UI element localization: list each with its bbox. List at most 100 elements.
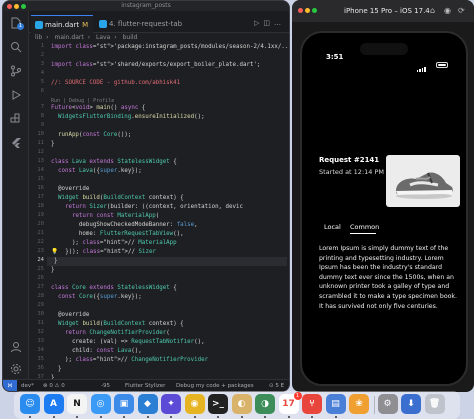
line-number[interactable]: 12 [37, 149, 44, 155]
line-number[interactable]: 22 [37, 239, 44, 245]
run-debug-icon[interactable] [10, 89, 22, 101]
code-line[interactable]: } [47, 257, 287, 266]
line-number[interactable]: 36 [37, 365, 44, 371]
code-line[interactable]: } [51, 266, 55, 275]
dock-git-client-icon[interactable]: ⑂ [302, 394, 322, 414]
more-actions-icon[interactable]: … [274, 19, 285, 27]
code-line[interactable]: const Lava({super.key}); [51, 167, 142, 176]
code-line[interactable]: ); class="hint">// ChangeNotifierProvide… [51, 356, 208, 365]
line-number[interactable]: 15 [37, 176, 44, 182]
breadcrumb-item[interactable]: build [123, 34, 138, 41]
code-line[interactable]: return Sizer(builder: ((context, orienta… [51, 203, 243, 212]
code-line[interactable]: import class="st">'shared/exports/export… [51, 61, 260, 70]
zoom-window-button[interactable] [312, 8, 317, 13]
screenshot-icon[interactable]: ◉ [444, 0, 451, 22]
breadcrumb-item[interactable]: main.dart [54, 34, 83, 41]
home-icon[interactable]: ⌂ [430, 0, 435, 22]
code-line[interactable]: import class="st">'package:instagram_pos… [51, 43, 289, 52]
dock-app-store-icon[interactable]: A [43, 394, 64, 414]
line-number[interactable]: 5 [41, 79, 44, 85]
zoom-window-button[interactable] [21, 4, 26, 9]
line-number[interactable]: 14 [37, 167, 44, 173]
dock-settings-icon[interactable]: ⚙ [377, 394, 398, 414]
minimize-window-button[interactable] [305, 8, 310, 13]
line-number[interactable]: 20 [37, 221, 44, 227]
account-icon[interactable] [10, 341, 22, 353]
line-number[interactable]: 24 [37, 257, 44, 263]
line-number[interactable]: 27 [37, 284, 44, 290]
code-line[interactable]: return ChangeNotifierProvider( [51, 329, 170, 338]
extensions-icon[interactable] [10, 113, 22, 125]
dock-notion-icon[interactable]: N [67, 394, 87, 414]
line-number[interactable]: 9 [41, 122, 44, 128]
split-editor-icon[interactable]: ◫ [263, 19, 274, 27]
run-icon[interactable]: ▷ [254, 19, 263, 27]
line-number[interactable]: 35 [37, 356, 44, 362]
breadcrumb-item[interactable]: lib [35, 34, 42, 41]
code-line[interactable]: WidgetsFlutterBinding.ensureInitialized(… [51, 113, 205, 122]
code-line[interactable]: Widget build(BuildContext context) { [51, 194, 184, 203]
dock-preview-icon[interactable]: ▤ [325, 394, 346, 414]
dock-xcode-simulator-icon[interactable]: ▣ [114, 394, 134, 414]
code-line[interactable]: } [51, 365, 62, 374]
line-number[interactable]: 25 [37, 266, 44, 272]
line-number[interactable]: 34 [37, 347, 44, 353]
dock-safari-icon[interactable]: ◎ [90, 394, 111, 414]
line-number[interactable]: 6 [41, 88, 44, 94]
line-number[interactable]: 2 [41, 52, 44, 58]
flutter-icon[interactable] [10, 137, 22, 149]
tab-flutter-request[interactable]: 4. flutter-request-tab.dart [95, 15, 183, 33]
code-line[interactable]: @override [51, 311, 89, 320]
minimize-window-button[interactable] [14, 4, 19, 9]
dock-chrome-icon[interactable]: ◉ [184, 394, 205, 414]
tab-main-dart[interactable]: main.dart M [31, 15, 93, 33]
tab-common[interactable]: Common [350, 223, 379, 231]
line-number[interactable]: 19 [37, 212, 44, 218]
dock-figma-like-icon[interactable]: ✦ [161, 394, 181, 414]
code-line[interactable]: 💡 })); class="hint">// Sizer [51, 248, 156, 257]
dock-trash-icon[interactable]: 🗑 [424, 394, 445, 414]
code-line[interactable]: return const MaterialApp( [51, 212, 159, 221]
remote-indicator[interactable]: ⨝ [3, 380, 17, 391]
line-number[interactable]: 7 [41, 104, 44, 110]
breadcrumb-item[interactable]: Lava [96, 34, 110, 41]
line-number[interactable]: 30 [37, 311, 44, 317]
lightbulb-icon[interactable]: 💡 [51, 249, 58, 255]
code-area[interactable]: import class="st">'package:instagram_pos… [47, 43, 289, 381]
code-line[interactable]: runApp(const Core()); [51, 131, 131, 140]
code-line[interactable]: class Lava extends StatelessWidget { [51, 158, 177, 167]
dock-finder-icon[interactable]: ☺ [20, 394, 40, 414]
close-window-button[interactable] [7, 4, 12, 9]
code-line[interactable]: @override [51, 185, 89, 194]
line-number[interactable]: 26 [37, 275, 44, 281]
rotate-icon[interactable]: ⟳ [458, 0, 465, 22]
code-line[interactable]: class Core extends StatelessWidget { [51, 284, 177, 293]
phone-screen[interactable]: 3:51 Request #2141 Started at 12:14 PM L… [300, 31, 468, 386]
code-line[interactable]: Widget build(BuildContext context) { [51, 320, 184, 329]
dock-downloads-icon[interactable]: ⬇ [401, 394, 421, 414]
code-line[interactable]: const Core({super.key}); [51, 293, 142, 302]
code-line[interactable]: debugShowCheckedModeBanner: false, [51, 221, 198, 230]
code-line[interactable]: create: (val) => RequestTabNotifier(), [51, 338, 205, 347]
line-number[interactable]: 31 [37, 320, 44, 326]
dock-vscode-icon[interactable]: ◆ [137, 394, 158, 414]
line-number[interactable]: 11 [37, 140, 44, 146]
line-number[interactable]: 1 [41, 43, 44, 49]
code-line[interactable]: } [51, 140, 55, 149]
line-number[interactable]: 29 [37, 302, 44, 308]
dock-calendar-icon[interactable]: 17 1 [278, 392, 302, 414]
editor-scrollbar[interactable] [281, 43, 287, 365]
line-number[interactable]: 23 [37, 248, 44, 254]
source-control-icon[interactable] [10, 65, 22, 77]
line-number[interactable]: 8 [41, 113, 44, 119]
dock-terminal-icon[interactable]: >_ [208, 394, 228, 414]
dock-sequel-icon[interactable]: ◐ [231, 394, 252, 414]
dock-photos-icon[interactable]: ❀ [349, 394, 369, 414]
line-number[interactable]: 21 [37, 230, 44, 236]
line-number[interactable]: 10 [37, 131, 44, 137]
line-number[interactable]: 17 [37, 194, 44, 200]
line-number[interactable]: 28 [37, 293, 44, 299]
line-number[interactable]: 16 [37, 185, 44, 191]
code-line[interactable]: Future<void> main() async { [51, 104, 145, 113]
search-icon[interactable] [10, 41, 22, 53]
